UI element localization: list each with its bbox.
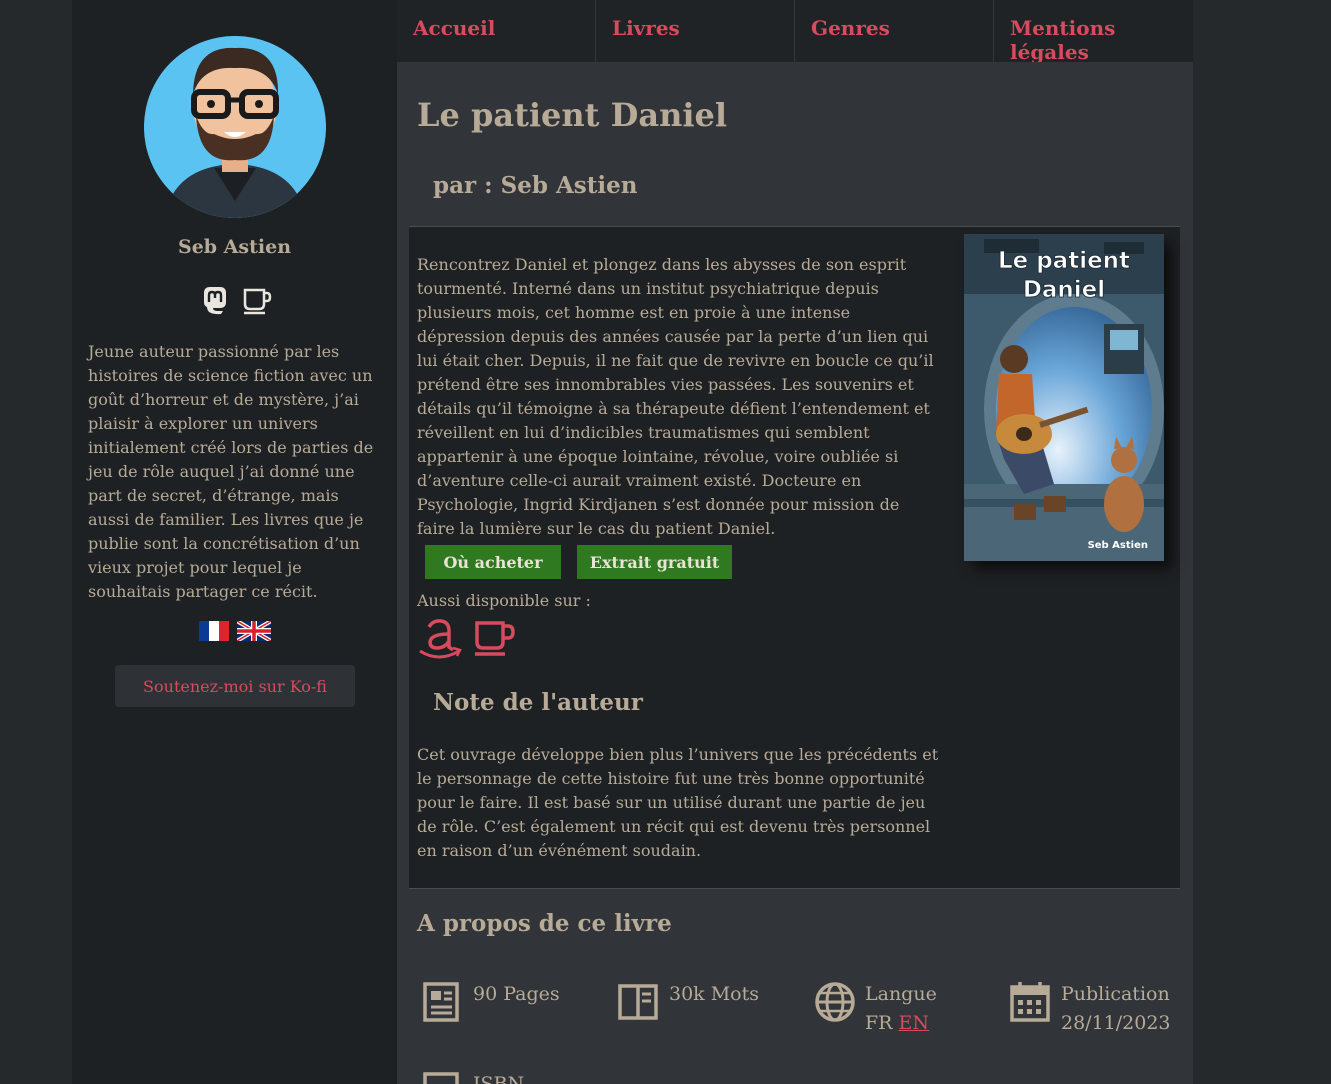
- about-book-title: A propos de ce livre: [417, 910, 672, 937]
- kofi-support-button[interactable]: Soutenez-moi sur Ko-fi: [115, 665, 355, 707]
- stat-language: Langue FR EN: [813, 980, 937, 1038]
- flag-fr-icon[interactable]: [199, 621, 229, 641]
- nav-item-genres[interactable]: Genres: [795, 0, 994, 62]
- cover-title-line1: Le patient: [998, 248, 1130, 274]
- social-links: [199, 284, 273, 316]
- flag-uk-icon[interactable]: [235, 619, 273, 643]
- stat-pages-value: 90 Pages: [473, 983, 560, 1005]
- stat-words: 30k Mots: [617, 980, 759, 1024]
- author-bio: Jeune auteur passionné par les histoires…: [88, 342, 374, 601]
- author-name: Seb Astien: [177, 236, 292, 258]
- pages-icon: [421, 980, 465, 1024]
- also-available-label: Aussi disponible sur :: [417, 591, 591, 610]
- where-to-buy-button[interactable]: Où acheter: [425, 545, 561, 579]
- mastodon-icon[interactable]: [199, 284, 231, 316]
- book-panel: Rencontrez Daniel et plongez dans les ab…: [409, 226, 1180, 889]
- author-note: Cet ouvrage développe bien plus l’univer…: [417, 745, 939, 860]
- nav-item-mentions-legales[interactable]: Mentions légales: [994, 0, 1193, 64]
- publication-date: 28/11/2023: [1061, 1012, 1171, 1034]
- calendar-icon: [1009, 980, 1053, 1024]
- publication-label: Publication: [1061, 983, 1170, 1005]
- kofi-cup-icon[interactable]: [473, 617, 517, 665]
- book-title: Le patient Daniel: [417, 96, 728, 134]
- stat-publication: Publication 28/11/2023: [1009, 980, 1171, 1038]
- amazon-icon[interactable]: [417, 617, 463, 665]
- language-flags: [199, 619, 273, 643]
- book-open-icon: [617, 980, 661, 1024]
- stat-isbn: ISBN: [421, 1070, 524, 1084]
- stat-pages: 90 Pages: [421, 980, 560, 1024]
- language-values: FR EN: [865, 1009, 937, 1038]
- avatar: [144, 36, 326, 218]
- kofi-cup-icon[interactable]: [241, 284, 273, 316]
- sidebar: Seb Astien Jeune auteur passionné par le…: [72, 0, 397, 1084]
- book-byline: par : Seb Astien: [433, 172, 638, 199]
- barcode-icon: [421, 1070, 465, 1084]
- main-content: Le patient Daniel par : Seb Astien Renco…: [397, 62, 1193, 1084]
- cover-author: Seb Astien: [1088, 540, 1148, 551]
- language-en-link[interactable]: EN: [899, 1012, 930, 1034]
- stat-publication-text: Publication 28/11/2023: [1061, 980, 1171, 1038]
- top-nav: Accueil Livres Genres Mentions légales: [397, 0, 1193, 64]
- book-description: Rencontrez Daniel et plongez dans les ab…: [417, 255, 934, 538]
- author-note-title: Note de l'auteur: [433, 689, 643, 716]
- stat-words-value: 30k Mots: [669, 983, 760, 1005]
- language-fr: FR: [865, 1012, 893, 1034]
- book-cover[interactable]: Le patient Daniel Seb Astien: [964, 234, 1164, 561]
- stat-language-text: Langue FR EN: [865, 980, 937, 1038]
- language-label: Langue: [865, 983, 937, 1005]
- store-links: [417, 617, 517, 665]
- globe-icon: [813, 980, 857, 1024]
- nav-item-livres[interactable]: Livres: [596, 0, 795, 62]
- cover-title-line2: Daniel: [1023, 277, 1105, 303]
- isbn-label: ISBN: [473, 1073, 525, 1084]
- nav-item-accueil[interactable]: Accueil: [397, 0, 596, 62]
- free-excerpt-button[interactable]: Extrait gratuit: [577, 545, 732, 579]
